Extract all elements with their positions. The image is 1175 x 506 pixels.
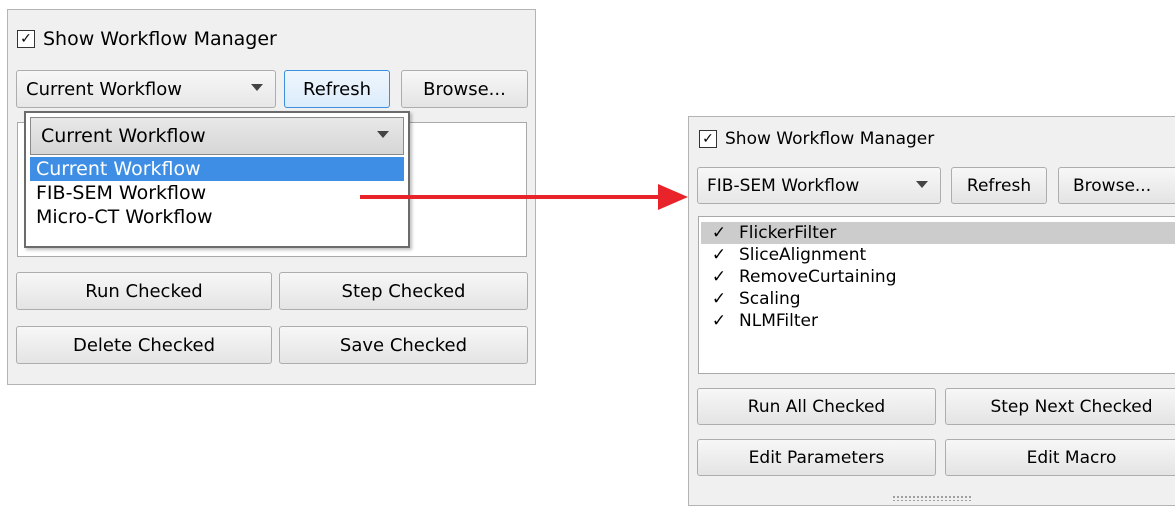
resize-grip[interactable]	[892, 495, 972, 501]
red-arrow-icon	[360, 184, 688, 210]
